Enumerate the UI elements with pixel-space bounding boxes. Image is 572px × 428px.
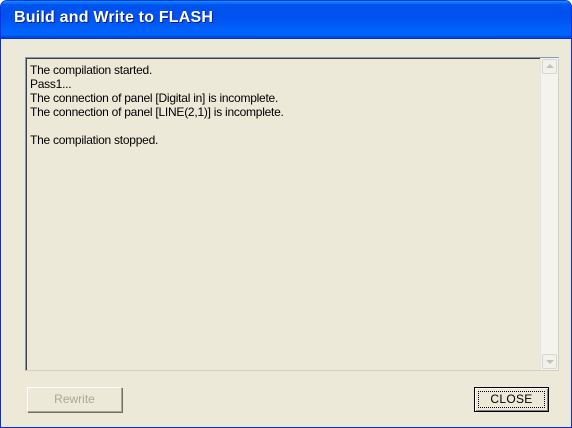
window-title: Build and Write to FLASH: [14, 9, 214, 26]
close-button[interactable]: CLOSE: [474, 387, 549, 412]
close-button-label: CLOSE: [490, 392, 533, 406]
compilation-log[interactable]: The compilation started. Pass1... The co…: [25, 57, 559, 371]
scroll-down-arrow-icon: [546, 360, 554, 364]
dialog-body: The compilation started. Pass1... The co…: [4, 39, 568, 424]
log-line: The connection of panel [Digital in] is …: [30, 91, 279, 105]
log-line: The compilation stopped.: [30, 133, 159, 147]
rewrite-button[interactable]: Rewrite: [27, 387, 122, 412]
log-line: The compilation started.: [30, 63, 153, 77]
log-line: The connection of panel [LINE(2,1)] is i…: [30, 105, 284, 119]
title-bar[interactable]: Build and Write to FLASH: [1, 1, 571, 39]
scroll-up-arrow-icon: [546, 64, 554, 68]
vertical-scrollbar[interactable]: [540, 58, 558, 370]
log-line: Pass1...: [30, 77, 72, 91]
scroll-up-button[interactable]: [542, 59, 557, 74]
scroll-down-button[interactable]: [542, 354, 557, 369]
log-text-area: The compilation started. Pass1... The co…: [30, 63, 538, 147]
build-write-flash-dialog: Build and Write to FLASH The compilation…: [0, 0, 572, 428]
